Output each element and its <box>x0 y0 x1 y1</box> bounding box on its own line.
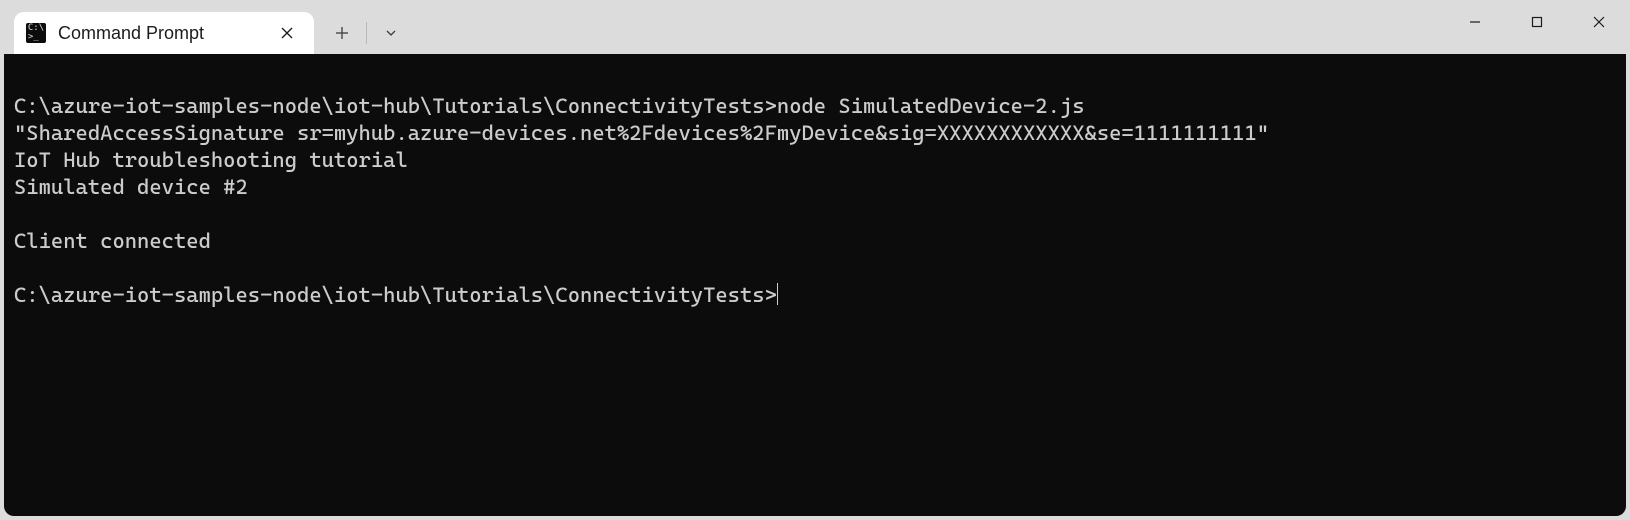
command-prompt-icon: C:\>_ <box>26 23 46 43</box>
terminal-line: Client connected <box>14 229 211 253</box>
minimize-button[interactable] <box>1444 0 1506 44</box>
terminal-line: C:\azure-iot-samples-node\iot-hub\Tutori… <box>14 94 1085 118</box>
terminal-line: C:\azure-iot-samples-node\iot-hub\Tutori… <box>14 283 777 307</box>
terminal-line: IoT Hub troubleshooting tutorial <box>14 148 408 172</box>
plus-icon <box>335 26 349 40</box>
tab-command-prompt[interactable]: C:\>_ Command Prompt <box>14 12 314 54</box>
minimize-icon <box>1468 15 1482 29</box>
close-window-button[interactable] <box>1568 0 1630 44</box>
terminal-line: Simulated device #2 <box>14 175 248 199</box>
tab-title: Command Prompt <box>58 23 274 44</box>
terminal-window: C:\>_ Command Prompt <box>0 0 1630 520</box>
tab-dropdown-button[interactable] <box>369 14 413 52</box>
chevron-down-icon <box>384 26 398 40</box>
close-icon <box>281 27 293 39</box>
tabbar-divider <box>366 22 367 44</box>
terminal-cursor <box>777 283 779 305</box>
close-icon <box>1592 15 1606 29</box>
maximize-icon <box>1530 15 1544 29</box>
terminal-line: "SharedAccessSignature sr=myhub.azure-de… <box>14 121 1269 145</box>
terminal-area[interactable]: C:\azure-iot-samples-node\iot-hub\Tutori… <box>4 54 1626 516</box>
maximize-button[interactable] <box>1506 0 1568 44</box>
new-tab-button[interactable] <box>320 14 364 52</box>
titlebar[interactable]: C:\>_ Command Prompt <box>0 0 1630 54</box>
terminal-output: C:\azure-iot-samples-node\iot-hub\Tutori… <box>4 54 1626 319</box>
window-controls <box>1444 0 1630 44</box>
tabbar-actions <box>320 12 413 54</box>
tab-close-button[interactable] <box>274 20 300 46</box>
